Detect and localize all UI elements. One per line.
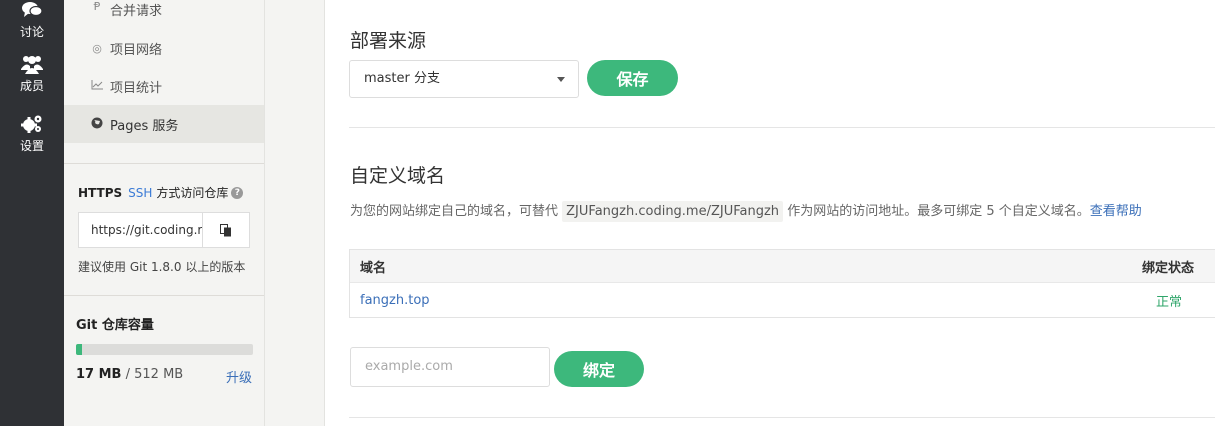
clone-suffix: 方式访问仓库 xyxy=(156,186,229,200)
desc-before: 为您的网站绑定自己的域名，可替代 xyxy=(350,204,559,219)
clone-title: HTTPS SSH 方式访问仓库 ? xyxy=(78,184,250,201)
chevron-down-icon xyxy=(557,77,565,82)
sidebar-item-pages[interactable]: Pages 服务 xyxy=(64,105,264,143)
sidebar-item-label: 项目统计 xyxy=(110,80,163,96)
project-sidebar: Ᵽ 合并请求 ◎ 项目网络 项目统计 Pages 服务 HTTPS SSH 方式… xyxy=(64,0,265,426)
network-icon: ◎ xyxy=(92,41,102,55)
capacity-title: Git 仓库容量 xyxy=(76,318,154,333)
clone-url-input[interactable]: https://git.coding.r xyxy=(79,213,203,247)
clone-url-block: HTTPS SSH 方式访问仓库 ? https://git.coding.r … xyxy=(64,164,264,275)
domain-table: 域名 绑定状态 fangzh.top 正常 xyxy=(349,249,1215,318)
divider xyxy=(349,127,1215,128)
rail-item-settings[interactable]: 设置 xyxy=(0,104,64,164)
repo-capacity: Git 仓库容量 17 MB / 512 MB 升级 xyxy=(64,296,264,386)
users-icon xyxy=(21,56,43,74)
sidebar-item-network[interactable]: ◎ 项目网络 xyxy=(64,29,264,67)
sidebar-item-label: Pages 服务 xyxy=(110,118,179,134)
table-row: fangzh.top 正常 xyxy=(350,283,1215,317)
table-header: 域名 绑定状态 xyxy=(350,250,1215,283)
status-cell: 正常 xyxy=(1156,294,1183,310)
rail-label: 讨论 xyxy=(19,25,44,39)
sidebar-item-label: 合并请求 xyxy=(110,4,163,19)
branch-select-value: master 分支 xyxy=(364,71,440,86)
capacity-fill xyxy=(76,344,82,355)
sidebar-item-stats[interactable]: 项目统计 xyxy=(64,67,264,105)
capacity-row: 17 MB / 512 MB 升级 xyxy=(76,367,252,386)
divider xyxy=(349,417,1215,418)
domain-cell[interactable]: fangzh.top xyxy=(350,293,1129,308)
copy-button[interactable] xyxy=(203,213,249,247)
help-link[interactable]: 查看帮助 xyxy=(1090,204,1142,219)
stats-chart-icon xyxy=(90,79,104,93)
sidebar-item-label: 项目网络 xyxy=(110,42,163,58)
chat-bubbles-icon xyxy=(22,2,43,17)
custom-domain-description: 为您的网站绑定自己的域名，可替代 ZJUFangzh.coding.me/ZJU… xyxy=(350,200,1142,222)
git-version-hint: 建议使用 Git 1.8.0 以上的版本 xyxy=(78,260,246,274)
sidebar-item-merge-requests[interactable]: Ᵽ 合并请求 xyxy=(64,0,264,20)
bind-button[interactable]: 绑定 xyxy=(554,351,644,387)
capacity-total: / 512 MB xyxy=(125,367,184,382)
rail-item-discuss[interactable]: 讨论 xyxy=(0,0,64,44)
globe-icon xyxy=(90,117,104,132)
column-header-domain: 域名 xyxy=(360,260,387,276)
rail-item-members[interactable]: 成员 xyxy=(0,44,64,104)
clone-url-field: https://git.coding.r xyxy=(78,212,250,248)
capacity-used: 17 MB xyxy=(76,367,122,382)
domain-input[interactable]: example.com xyxy=(350,347,550,387)
gutter xyxy=(265,0,325,426)
merge-request-icon: Ᵽ xyxy=(93,0,101,13)
column-header-status: 绑定状态 xyxy=(1142,260,1195,276)
rail-label: 设置 xyxy=(19,139,44,153)
rail-label: 成员 xyxy=(19,79,44,93)
save-button[interactable]: 保存 xyxy=(587,60,678,96)
desc-after: 作为网站的访问地址。最多可绑定 5 个自定义域名。 xyxy=(787,204,1090,219)
deploy-source-title: 部署来源 xyxy=(350,30,427,52)
capacity-usage: 17 MB / 512 MB xyxy=(76,367,183,386)
upgrade-link[interactable]: 升级 xyxy=(226,367,252,386)
pages-settings: 部署来源 master 分支 保存 自定义域名 为您的网站绑定自己的域名，可替代… xyxy=(326,0,1215,426)
custom-domain-title: 自定义域名 xyxy=(350,165,446,187)
gears-icon xyxy=(21,115,42,133)
ssh-link[interactable]: SSH xyxy=(128,186,152,200)
help-icon[interactable]: ? xyxy=(231,186,244,199)
app-rail: 讨论 成员 设置 xyxy=(0,0,64,426)
capacity-bar xyxy=(76,344,253,355)
branch-select[interactable]: master 分支 xyxy=(349,60,579,98)
default-domain-code: ZJUFangzh.coding.me/ZJUFangzh xyxy=(562,201,784,222)
copy-icon xyxy=(220,223,231,236)
https-label[interactable]: HTTPS xyxy=(78,186,122,200)
